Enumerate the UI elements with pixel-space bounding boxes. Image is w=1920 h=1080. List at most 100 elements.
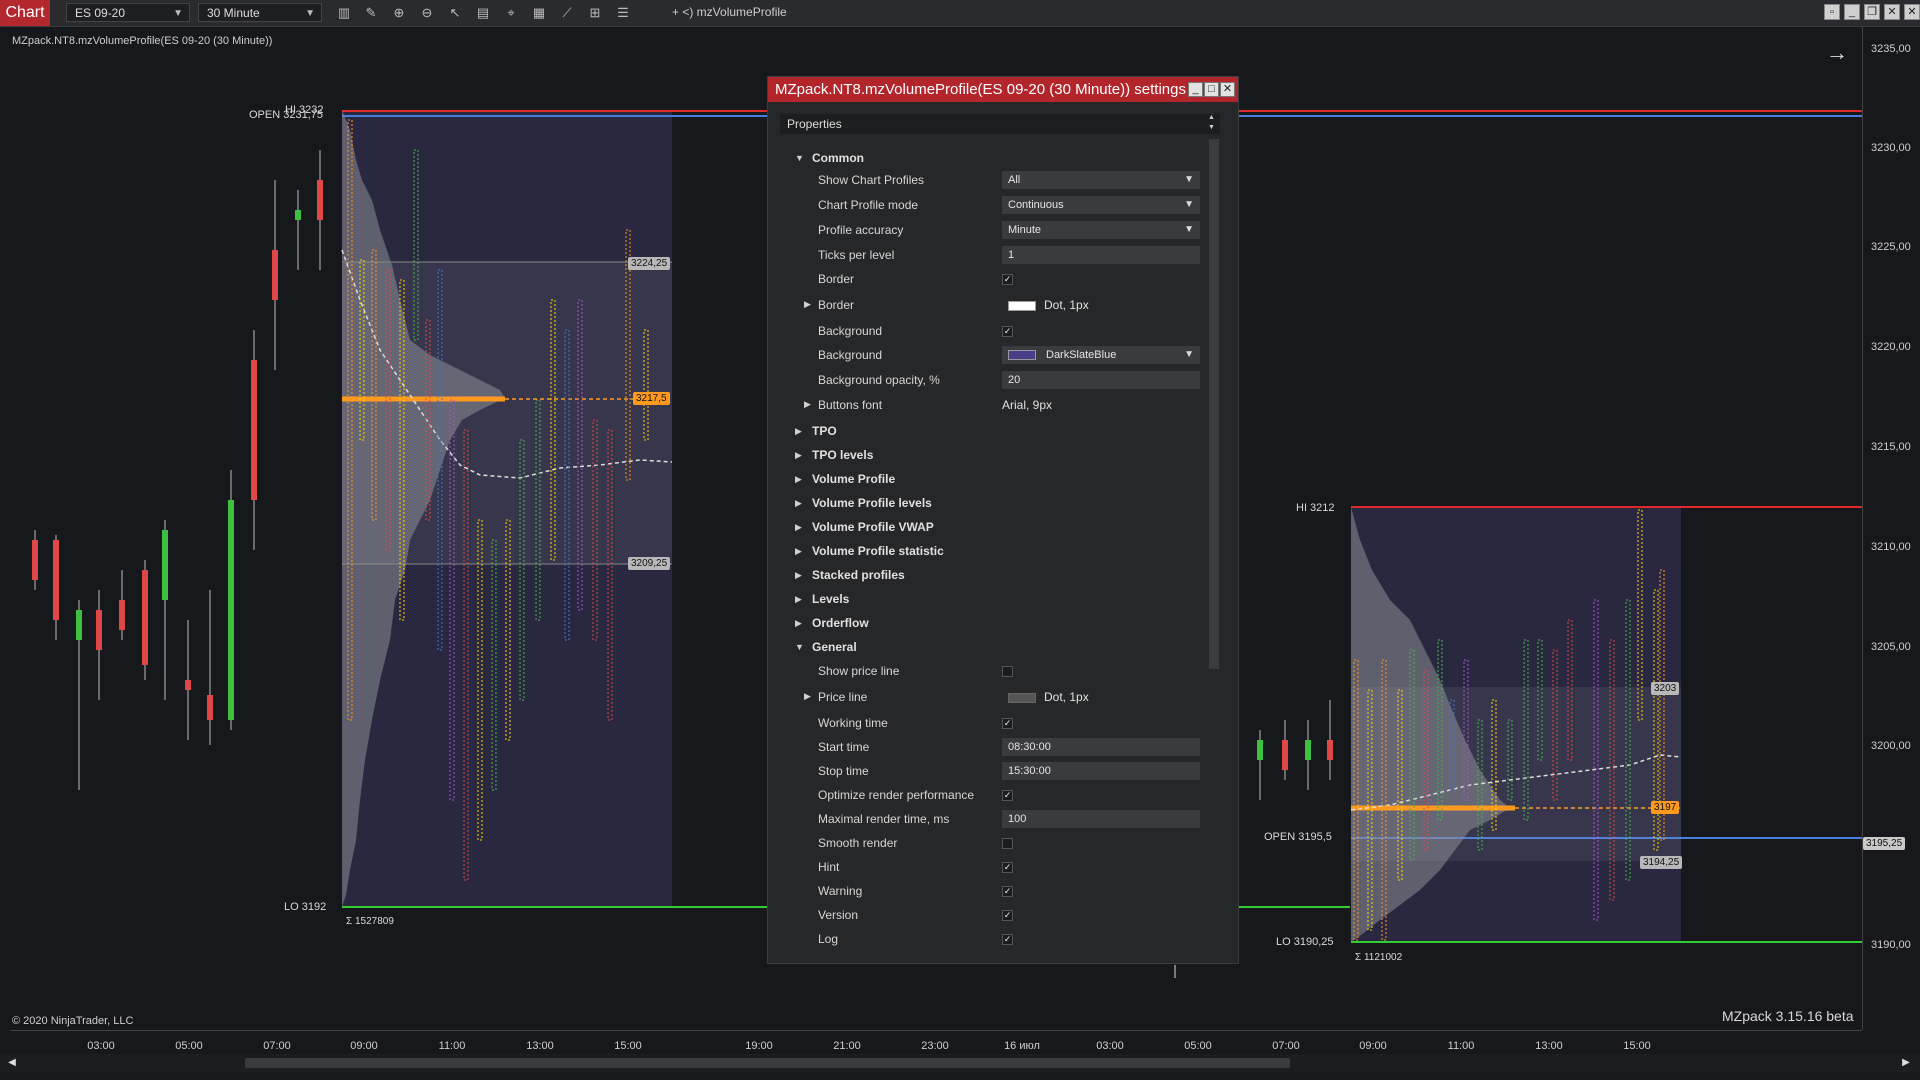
prop-label-smooth-render: Smooth render [818, 836, 898, 850]
price-tick: 3205,00 [1871, 641, 1911, 653]
working-time-checkbox[interactable]: ✓ [1002, 718, 1013, 729]
expand-triangle-icon[interactable]: ▶ [795, 522, 802, 533]
price-line-color-swatch[interactable] [1008, 693, 1036, 703]
background-opacity-input[interactable]: 20 [1002, 371, 1200, 389]
time-tick: 03:00 [87, 1040, 115, 1052]
log-checkbox[interactable]: ✓ [1002, 934, 1013, 945]
scroll-left-icon[interactable]: ◀ [5, 1056, 19, 1070]
left-val-tag: 3209,25 [628, 557, 671, 570]
category-tpo[interactable]: TPO [812, 424, 837, 438]
candle-body [1282, 740, 1288, 770]
prop-label-show-price-line: Show price line [818, 664, 900, 678]
properties-label: Properties [787, 117, 842, 131]
category-general[interactable]: General [812, 640, 857, 654]
prop-label-chart-profile-mode: Chart Profile mode [818, 198, 919, 212]
indicator-label: MZpack.NT8.mzVolumeProfile(ES 09-20 (30 … [12, 35, 273, 47]
category-volume-profile-vwap[interactable]: Volume Profile VWAP [812, 520, 934, 534]
prop-label-border-stroke: Border [818, 298, 855, 312]
warning-checkbox[interactable]: ✓ [1002, 886, 1013, 897]
right-sum-label: Σ 1121002 [1355, 952, 1403, 963]
price-tick: 3190,00 [1871, 939, 1911, 951]
category-volume-profile[interactable]: Volume Profile [812, 472, 895, 486]
expand-triangle-icon[interactable]: ▶ [795, 618, 802, 629]
prop-label-stop-time: Stop time [818, 764, 869, 778]
minimize-icon[interactable]: _ [1188, 82, 1203, 97]
border-stroke-value[interactable]: Dot, 1px [1044, 298, 1089, 312]
expand-triangle-icon[interactable]: ▶ [795, 450, 802, 461]
left-open-label: OPEN 3231,75 [249, 109, 323, 121]
category-orderflow[interactable]: Orderflow [812, 616, 869, 630]
show-price-line-checkbox[interactable] [1002, 666, 1013, 677]
start-time-input[interactable]: 08:30:00 [1002, 738, 1200, 756]
collapse-triangle-icon[interactable]: ▼ [795, 153, 804, 163]
chart-profile-mode-select[interactable]: Continuous ▼ [1002, 196, 1200, 214]
expand-triangle-icon[interactable]: ▶ [795, 426, 802, 437]
time-tick: 09:00 [1359, 1040, 1387, 1052]
prop-label-log: Log [818, 932, 839, 946]
dialog-title-bar[interactable]: MZpack.NT8.mzVolumeProfile(ES 09-20 (30 … [768, 77, 1238, 102]
prop-label-start-time: Start time [818, 740, 870, 754]
candle-body [251, 360, 257, 500]
hint-checkbox[interactable]: ✓ [1002, 862, 1013, 873]
background-color-select[interactable]: DarkSlateBlue ▼ [1002, 346, 1200, 364]
right-lo-label: LO 3190,25 [1276, 936, 1334, 948]
candle-body [207, 695, 213, 720]
expand-triangle-icon[interactable]: ▶ [795, 474, 802, 485]
expand-triangle-icon[interactable]: ▶ [795, 546, 802, 557]
expand-triangle-icon[interactable]: ▶ [795, 594, 802, 605]
ticks-per-level-input[interactable]: 1 [1002, 246, 1200, 264]
expand-triangle-icon[interactable]: ▶ [795, 498, 802, 509]
expand-triangle-icon[interactable]: ▶ [804, 399, 811, 410]
version-checkbox[interactable]: ✓ [1002, 910, 1013, 921]
time-tick: 23:00 [921, 1040, 949, 1052]
expand-triangle-icon[interactable]: ▶ [804, 299, 811, 310]
scroll-down-icon[interactable]: ▼ [1208, 124, 1215, 131]
category-volume-profile-statistic[interactable]: Volume Profile statistic [812, 544, 944, 558]
optimize-render-checkbox[interactable]: ✓ [1002, 790, 1013, 801]
category-tpo-levels[interactable]: TPO levels [812, 448, 873, 462]
time-tick: 05:00 [175, 1040, 203, 1052]
time-tick: 15:00 [614, 1040, 642, 1052]
maximize-icon[interactable]: □ [1204, 82, 1219, 97]
time-tick: 11:00 [1447, 1040, 1475, 1052]
select-value: Minute [1008, 224, 1042, 236]
time-tick: 11:00 [438, 1040, 466, 1052]
background-checkbox[interactable]: ✓ [1002, 326, 1013, 337]
category-volume-profile-levels[interactable]: Volume Profile levels [812, 496, 932, 510]
properties-scrollbar[interactable] [1209, 139, 1219, 669]
border-color-swatch[interactable] [1008, 301, 1036, 311]
scroll-right-icon[interactable]: ▶ [1899, 1056, 1913, 1070]
border-checkbox[interactable]: ✓ [1002, 274, 1013, 285]
right-vah-tag: 3203 [1651, 682, 1680, 695]
candle-body [295, 210, 301, 220]
prop-label-show-chart-profiles: Show Chart Profiles [818, 173, 925, 187]
category-common[interactable]: Common [812, 151, 864, 165]
category-levels[interactable]: Levels [812, 592, 849, 606]
buttons-font-value[interactable]: Arial, 9px [1002, 398, 1052, 412]
expand-triangle-icon[interactable]: ▶ [804, 691, 811, 702]
expand-triangle-icon[interactable]: ▶ [795, 570, 802, 581]
profile-accuracy-select[interactable]: Minute ▼ [1002, 221, 1200, 239]
price-line-stroke-value[interactable]: Dot, 1px [1044, 690, 1089, 704]
candle-body [142, 570, 148, 665]
candle-body [272, 250, 278, 300]
price-tick: 3215,00 [1871, 441, 1911, 453]
collapse-triangle-icon[interactable]: ▼ [795, 642, 804, 652]
left-value-area [342, 262, 672, 564]
price-axis[interactable]: 3235,00 3230,00 3225,00 3220,00 3215,00 … [1862, 27, 1920, 1030]
select-value: Continuous [1008, 199, 1064, 211]
category-stacked-profiles[interactable]: Stacked profiles [812, 568, 905, 582]
smooth-render-checkbox[interactable] [1002, 838, 1013, 849]
candle-body [1257, 740, 1263, 760]
time-axis[interactable]: 03:00 05:00 07:00 09:00 11:00 13:00 15:0… [10, 1030, 1862, 1055]
scroll-up-icon[interactable]: ▲ [1208, 114, 1215, 121]
candle-body [185, 680, 191, 690]
stop-time-input[interactable]: 15:30:00 [1002, 762, 1200, 780]
right-hi-label: HI 3212 [1296, 502, 1335, 514]
prop-label-ticks-per-level: Ticks per level [818, 248, 895, 262]
show-chart-profiles-select[interactable]: All ▼ [1002, 171, 1200, 189]
arrow-right-icon[interactable]: → [1826, 40, 1848, 66]
scrollbar-thumb[interactable] [245, 1058, 1290, 1068]
max-render-time-input[interactable]: 100 [1002, 810, 1200, 828]
close-icon[interactable]: ✕ [1220, 82, 1235, 97]
